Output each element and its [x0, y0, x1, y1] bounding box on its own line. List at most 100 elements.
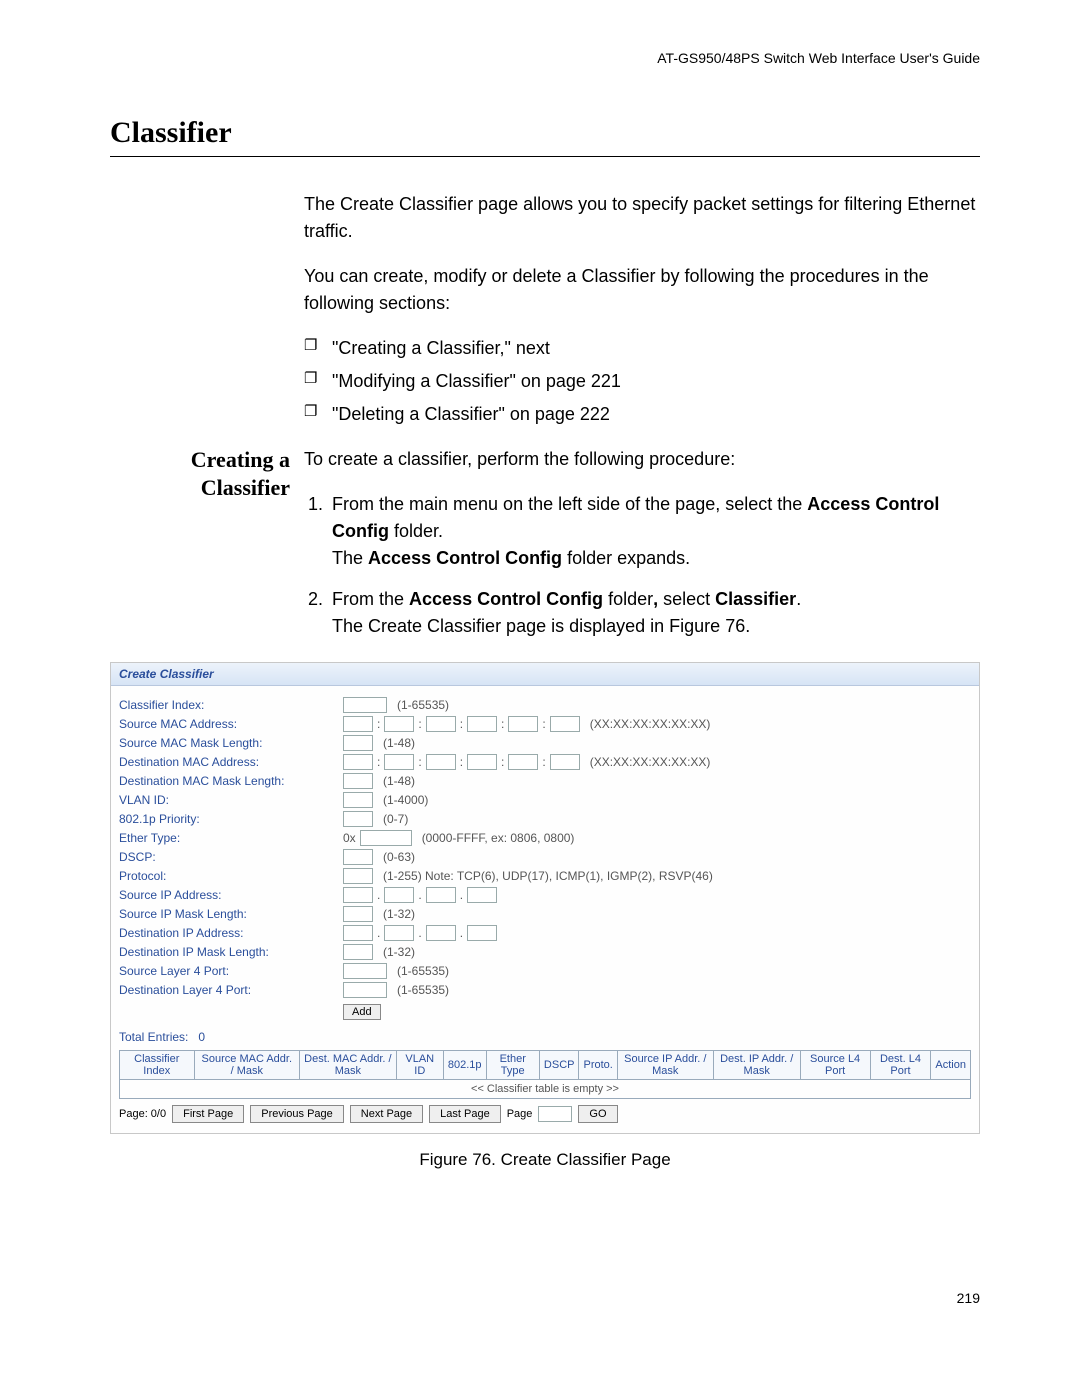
- procedure-steps: From the main menu on the left side of t…: [304, 491, 980, 640]
- form-label: Source IP Mask Length:: [119, 907, 343, 921]
- text-input[interactable]: [426, 887, 456, 903]
- table-header-cell: VLAN ID: [396, 1051, 443, 1080]
- table-header-cell: Classifier Index: [120, 1051, 195, 1080]
- hint-text: (0000-FFFF, ex: 0806, 0800): [422, 831, 575, 845]
- form-row: Source IP Mask Length:(1-32): [119, 906, 971, 922]
- table-header-cell: Source L4 Port: [800, 1051, 870, 1080]
- hint-text: (XX:XX:XX:XX:XX:XX): [590, 755, 711, 769]
- go-button[interactable]: GO: [578, 1105, 617, 1123]
- hint-text: (XX:XX:XX:XX:XX:XX): [590, 717, 711, 731]
- page-indicator: Page: 0/0: [119, 1108, 166, 1120]
- page-input[interactable]: [538, 1106, 572, 1122]
- text-input[interactable]: [360, 830, 412, 846]
- text-input[interactable]: [343, 716, 373, 732]
- hint-text: (1-65535): [397, 964, 449, 978]
- hint-text: (1-48): [383, 774, 415, 788]
- table-header-cell: Source MAC Addr. / Mask: [194, 1051, 300, 1080]
- form-row: Source MAC Mask Length:(1-48): [119, 735, 971, 751]
- page-number: 219: [110, 1290, 980, 1306]
- form-value: ...: [343, 887, 971, 903]
- text-input[interactable]: [508, 716, 538, 732]
- form-label: DSCP:: [119, 850, 343, 864]
- text-input[interactable]: [426, 925, 456, 941]
- text-input[interactable]: [343, 811, 373, 827]
- form-value: (1-65535): [343, 697, 971, 713]
- hint-text: (1-4000): [383, 793, 428, 807]
- previous-page-button[interactable]: Previous Page: [250, 1105, 344, 1123]
- text-input[interactable]: [343, 792, 373, 808]
- form-label: Destination Layer 4 Port:: [119, 983, 343, 997]
- create-classifier-screenshot: Create Classifier Classifier Index:(1-65…: [110, 662, 980, 1134]
- form-label: Destination IP Mask Length:: [119, 945, 343, 959]
- figure-caption: Figure 76. Create Classifier Page: [110, 1150, 980, 1170]
- text-input[interactable]: [343, 697, 387, 713]
- text-input[interactable]: [343, 754, 373, 770]
- step-1: From the main menu on the left side of t…: [328, 491, 980, 572]
- table-header-cell: Source IP Addr. / Mask: [617, 1051, 713, 1080]
- text-input[interactable]: [343, 735, 373, 751]
- text-input[interactable]: [550, 716, 580, 732]
- form-row: Destination IP Address:...: [119, 925, 971, 941]
- next-page-button[interactable]: Next Page: [350, 1105, 423, 1123]
- text-input[interactable]: [467, 716, 497, 732]
- form-label: Destination MAC Address:: [119, 755, 343, 769]
- table-header-cell: DSCP: [539, 1051, 579, 1080]
- form-label: Source MAC Address:: [119, 717, 343, 731]
- form-row: 802.1p Priority:(0-7): [119, 811, 971, 827]
- subsection-title: Creating a Classifier: [110, 446, 290, 654]
- text-input[interactable]: [384, 716, 414, 732]
- form-value: ...: [343, 925, 971, 941]
- text-input[interactable]: [384, 887, 414, 903]
- total-entries: Total Entries: 0: [119, 1030, 971, 1044]
- title-rule: [110, 156, 980, 157]
- intro-paragraph-1: The Create Classifier page allows you to…: [304, 191, 980, 245]
- text-input[interactable]: [467, 925, 497, 941]
- form-label: Destination MAC Mask Length:: [119, 774, 343, 788]
- table-header-cell: Dest. MAC Addr. / Mask: [300, 1051, 397, 1080]
- text-input[interactable]: [343, 982, 387, 998]
- table-empty-row: << Classifier table is empty >>: [120, 1080, 971, 1099]
- form-row: DSCP:(0-63): [119, 849, 971, 865]
- text-input[interactable]: [343, 773, 373, 789]
- hint-text: (1-255) Note: TCP(6), UDP(17), ICMP(1), …: [383, 869, 713, 883]
- form-value: (1-65535): [343, 963, 971, 979]
- form-value: :::::(XX:XX:XX:XX:XX:XX): [343, 754, 971, 770]
- form-heading: Create Classifier: [111, 663, 979, 686]
- text-input[interactable]: [343, 868, 373, 884]
- form-label: Protocol:: [119, 869, 343, 883]
- form-value: 0x(0000-FFFF, ex: 0806, 0800): [343, 830, 971, 846]
- text-input[interactable]: [426, 716, 456, 732]
- form-row: Destination IP Mask Length: (1-32): [119, 944, 971, 960]
- link-modifying: "Modifying a Classifier" on page 221: [304, 368, 980, 395]
- text-input[interactable]: [343, 887, 373, 903]
- link-creating: "Creating a Classifier," next: [304, 335, 980, 362]
- link-deleting: "Deleting a Classifier" on page 222: [304, 401, 980, 428]
- first-page-button[interactable]: First Page: [172, 1105, 244, 1123]
- add-button[interactable]: Add: [343, 1004, 381, 1020]
- text-input[interactable]: [508, 754, 538, 770]
- pager: Page: 0/0 First Page Previous Page Next …: [119, 1105, 971, 1123]
- form-row: Source Layer 4 Port:(1-65535): [119, 963, 971, 979]
- form-value: (1-32): [343, 944, 971, 960]
- hint-text: (1-65535): [397, 698, 449, 712]
- form-row: VLAN ID:(1-4000): [119, 792, 971, 808]
- step-2: From the Access Control Config folder, s…: [328, 586, 980, 640]
- text-input[interactable]: [467, 887, 497, 903]
- text-input[interactable]: [426, 754, 456, 770]
- text-input[interactable]: [343, 963, 387, 979]
- text-input[interactable]: [343, 906, 373, 922]
- form-value: (1-48): [343, 773, 971, 789]
- text-input[interactable]: [384, 754, 414, 770]
- text-input[interactable]: [384, 925, 414, 941]
- form-value: (0-7): [343, 811, 971, 827]
- text-input[interactable]: [343, 944, 373, 960]
- hint-text: (0-7): [383, 812, 408, 826]
- table-header-cell: Dest. L4 Port: [870, 1051, 931, 1080]
- last-page-button[interactable]: Last Page: [429, 1105, 501, 1123]
- form-value: (1-32): [343, 906, 971, 922]
- text-input[interactable]: [550, 754, 580, 770]
- text-input[interactable]: [343, 925, 373, 941]
- hint-text: (1-32): [383, 945, 415, 959]
- text-input[interactable]: [343, 849, 373, 865]
- text-input[interactable]: [467, 754, 497, 770]
